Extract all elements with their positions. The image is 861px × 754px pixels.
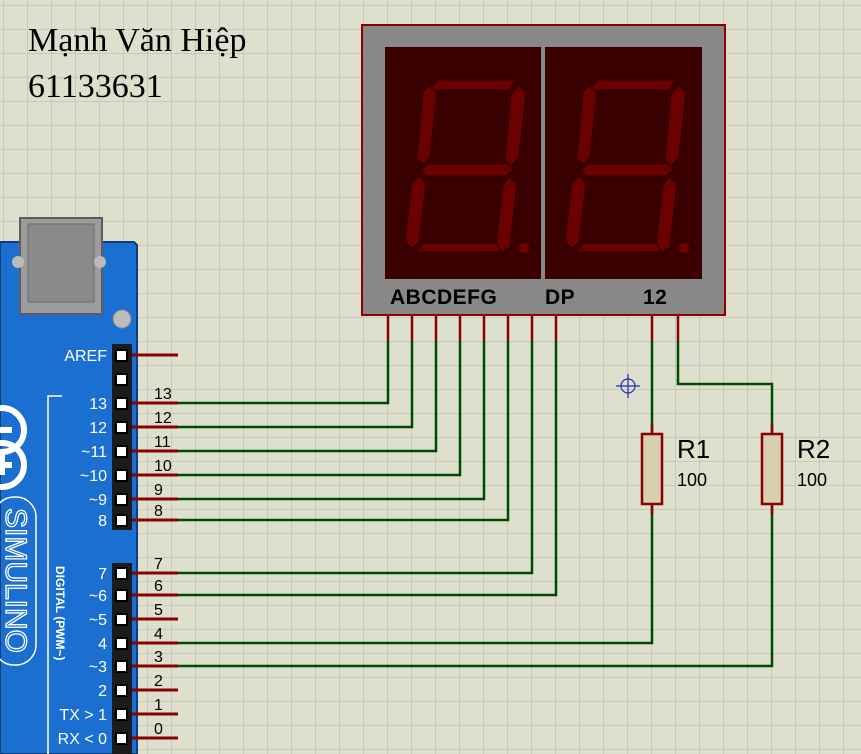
pin-board-label: 13 [89,396,107,413]
pin-board-label: 12 [89,420,107,437]
pin-board-label: ~10 [80,468,107,485]
segment-g [420,163,514,177]
pin-socket [115,445,128,458]
mount-hole [94,256,106,268]
pin-socket [115,708,128,721]
pin-board-label: ~6 [89,588,107,605]
segment-a [590,79,676,91]
segment-pins-label: ABCDEFG [390,286,497,309]
segment-dp [517,241,531,255]
wire-pin12-segB [178,340,414,429]
pin-socket [115,660,128,673]
pin-wire-label: 11 [154,434,171,451]
mount-hole [12,256,24,268]
wire-pin7-segG [178,340,534,575]
resistor-r2-value: 100 [797,470,827,490]
pin-board-label: RX < 0 [58,731,107,748]
segment-a [430,79,516,91]
pin-wire-label: 12 [154,410,172,427]
display-pins [386,315,680,340]
pin-socket [115,421,128,434]
wire-pin11-segC [178,340,438,453]
pin-board-label: ~3 [89,659,107,676]
wire-pin13-segA [178,340,390,405]
pin-wire-label: 13 [154,386,172,403]
resistor-r2[interactable]: R2 100 [760,424,830,514]
pin-board-label: 7 [98,566,107,583]
wire-pin6-segDP [178,340,558,597]
pin-socket [115,637,128,650]
pin-board-label: 4 [98,636,107,653]
brand-label: SIMULINO [0,508,32,653]
resistor-r2-name: R2 [797,434,830,464]
dp-pin-label: DP [545,286,575,309]
seven-segment-display[interactable]: ABCDEFG DP 12 [361,24,726,340]
wire-pin4-r1 [178,506,654,645]
pin-wire-label: 2 [154,673,163,690]
wire-pin10-segD [178,340,462,477]
digital-label: DIGITAL (PWM~) [53,566,67,661]
pin-board-label: ~9 [89,492,107,509]
mount-hole [112,309,132,329]
pin-wire-label: 3 [154,649,163,666]
pin-socket [115,493,128,506]
crosshair-icon [616,374,640,398]
resistor-r1-name: R1 [677,434,710,464]
pin-wire-label: 8 [154,503,163,520]
pin-wire-label: 4 [154,626,163,643]
pin-wire-label: 5 [154,602,163,619]
segment-dp [677,241,691,255]
pin-socket [115,397,128,410]
pin-socket [115,613,128,626]
resistor-r1[interactable]: R1 100 [640,424,710,514]
segment-d [414,242,503,253]
pin-socket [115,469,128,482]
pin-socket [115,732,128,745]
pin-socket [115,684,128,697]
pin-wire-label: 1 [154,697,163,714]
segment-d [574,242,663,253]
pin-wire-label: 10 [154,458,172,475]
wire-pin8-segF [178,340,510,522]
wires [178,340,774,668]
digit-pins-label: 12 [643,286,667,309]
pin-board-label: 2 [98,683,107,700]
pin-board-label: ~11 [81,444,107,461]
aref-label: AREF [64,348,107,365]
schematic-canvas: SIMULINO DIGITAL (PWM~) AREF 13131212~11… [0,24,830,754]
pin-socket [115,514,128,527]
pin-socket [115,567,128,580]
pin-board-label: TX > 1 [59,707,107,724]
pin-board-label: ~5 [89,612,107,629]
pin-board-label: 8 [98,513,107,530]
pin-wire-label: 0 [154,721,163,738]
segment-g [580,163,674,177]
wire-digit2-r2 [676,340,774,432]
pin-wire-label: 7 [154,556,163,573]
pin-wire-label: 6 [154,578,163,595]
pin-wire-label: 9 [154,482,163,499]
pin-socket [115,589,128,602]
resistor-r1-value: 100 [677,470,707,490]
